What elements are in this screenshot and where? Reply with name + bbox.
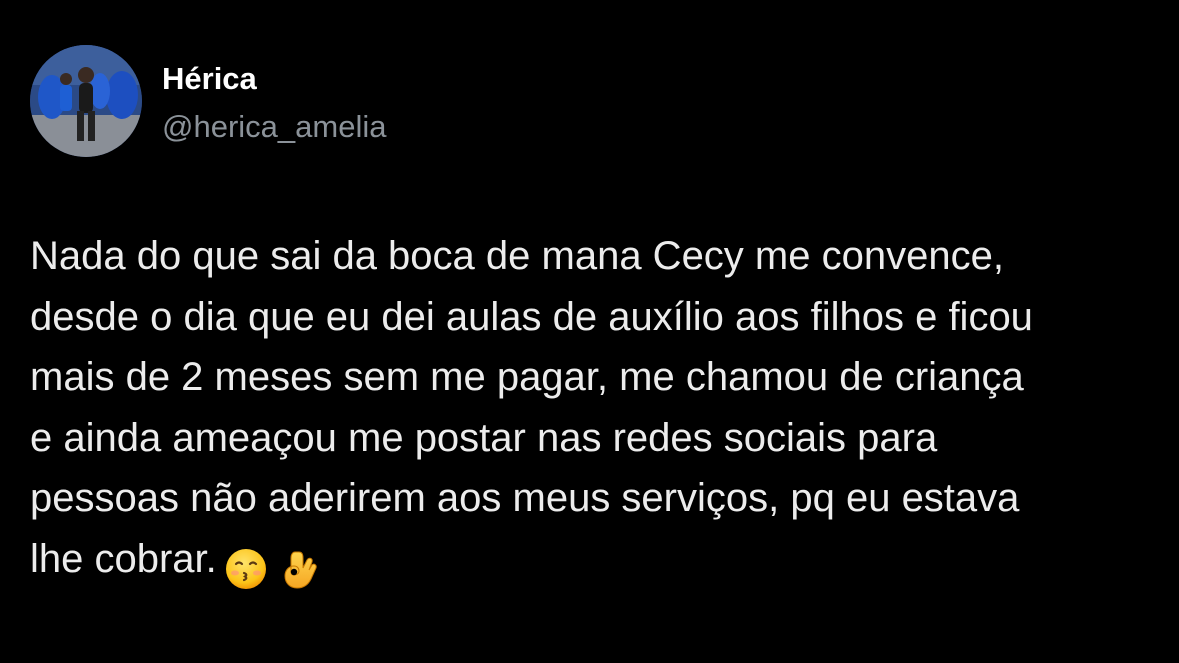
profile-photo-icon: [30, 45, 142, 157]
author-handle[interactable]: @herica_amelia: [162, 108, 386, 146]
ok-hand-emoji-icon: [284, 551, 317, 589]
emoji-row: [225, 537, 333, 598]
kissing-face-emoji-icon: [225, 548, 266, 589]
tweet-body: Nada do que sai da boca de mana Cecy me …: [30, 226, 1160, 597]
tweet-card[interactable]: Hérica @herica_amelia Nada do que sai da…: [0, 0, 1179, 663]
author-display-name[interactable]: Hérica: [162, 60, 257, 98]
tweet-text: Nada do que sai da boca de mana Cecy me …: [30, 234, 1033, 581]
avatar[interactable]: [30, 45, 142, 157]
